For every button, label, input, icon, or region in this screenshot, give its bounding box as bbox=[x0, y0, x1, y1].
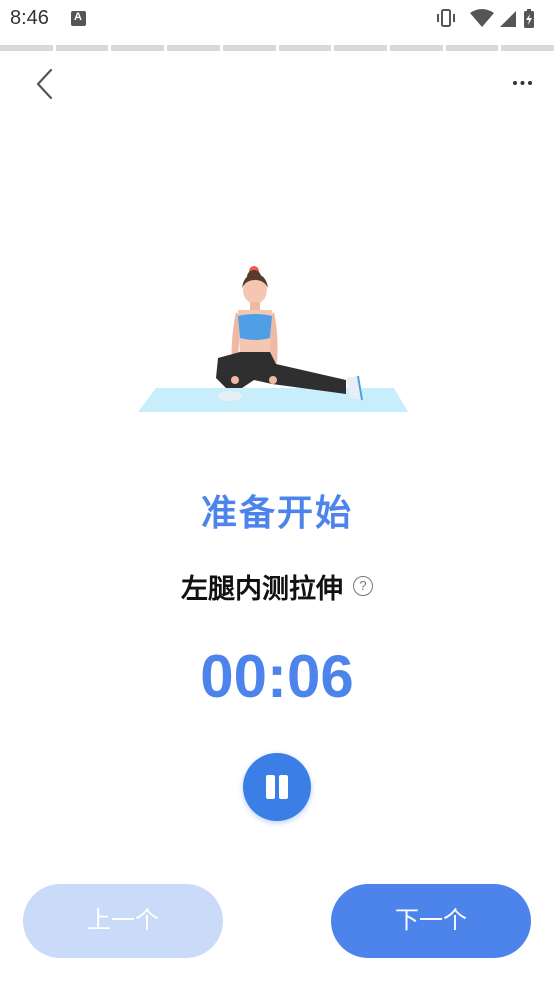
help-icon[interactable]: ? bbox=[353, 576, 373, 596]
progress-segment bbox=[501, 45, 554, 51]
exercise-name: 左腿内测拉伸 bbox=[181, 573, 343, 605]
signal-icon bbox=[500, 11, 516, 27]
vibrate-icon bbox=[437, 9, 455, 27]
next-button[interactable]: 下一个 bbox=[331, 884, 531, 958]
status-title: 准备开始 bbox=[200, 493, 353, 534]
status-bar: 8:46 A bbox=[0, 0, 554, 38]
status-time: 8:46 bbox=[10, 7, 49, 29]
notification-icon-label: A bbox=[74, 11, 82, 23]
more-dots-icon bbox=[513, 81, 532, 85]
pause-icon-bar-right bbox=[279, 775, 288, 799]
progress-segment bbox=[389, 45, 443, 51]
back-button[interactable] bbox=[26, 64, 66, 104]
workout-screen: 8:46 A 准备开始 左腿内测拉伸 ? 00:06 上一个 下一个 bbox=[0, 0, 554, 984]
exercise-name-row: 左腿内测拉伸 ? bbox=[0, 566, 554, 606]
countdown-timer: 00:06 bbox=[200, 643, 354, 710]
exercise-progress bbox=[0, 45, 554, 53]
system-status-icons bbox=[437, 9, 534, 28]
status-icons bbox=[436, 7, 546, 29]
exercise-illustration bbox=[138, 260, 410, 420]
progress-segment bbox=[278, 45, 332, 51]
more-options-button[interactable] bbox=[510, 68, 540, 98]
previous-button[interactable]: 上一个 bbox=[23, 884, 223, 958]
progress-segment bbox=[167, 45, 220, 51]
progress-segment bbox=[55, 45, 109, 51]
progress-segment bbox=[222, 45, 276, 51]
wifi-icon bbox=[470, 9, 494, 27]
progress-segment bbox=[0, 45, 53, 51]
progress-segment bbox=[111, 45, 165, 51]
chevron-left-icon bbox=[36, 68, 53, 100]
pause-icon-bar-left bbox=[266, 775, 275, 799]
battery-icon bbox=[524, 9, 534, 28]
yoga-mat bbox=[138, 388, 408, 412]
notification-icon: A bbox=[71, 11, 86, 26]
progress-segment bbox=[445, 45, 499, 51]
progress-segment bbox=[334, 45, 387, 51]
pause-button[interactable] bbox=[243, 753, 311, 821]
